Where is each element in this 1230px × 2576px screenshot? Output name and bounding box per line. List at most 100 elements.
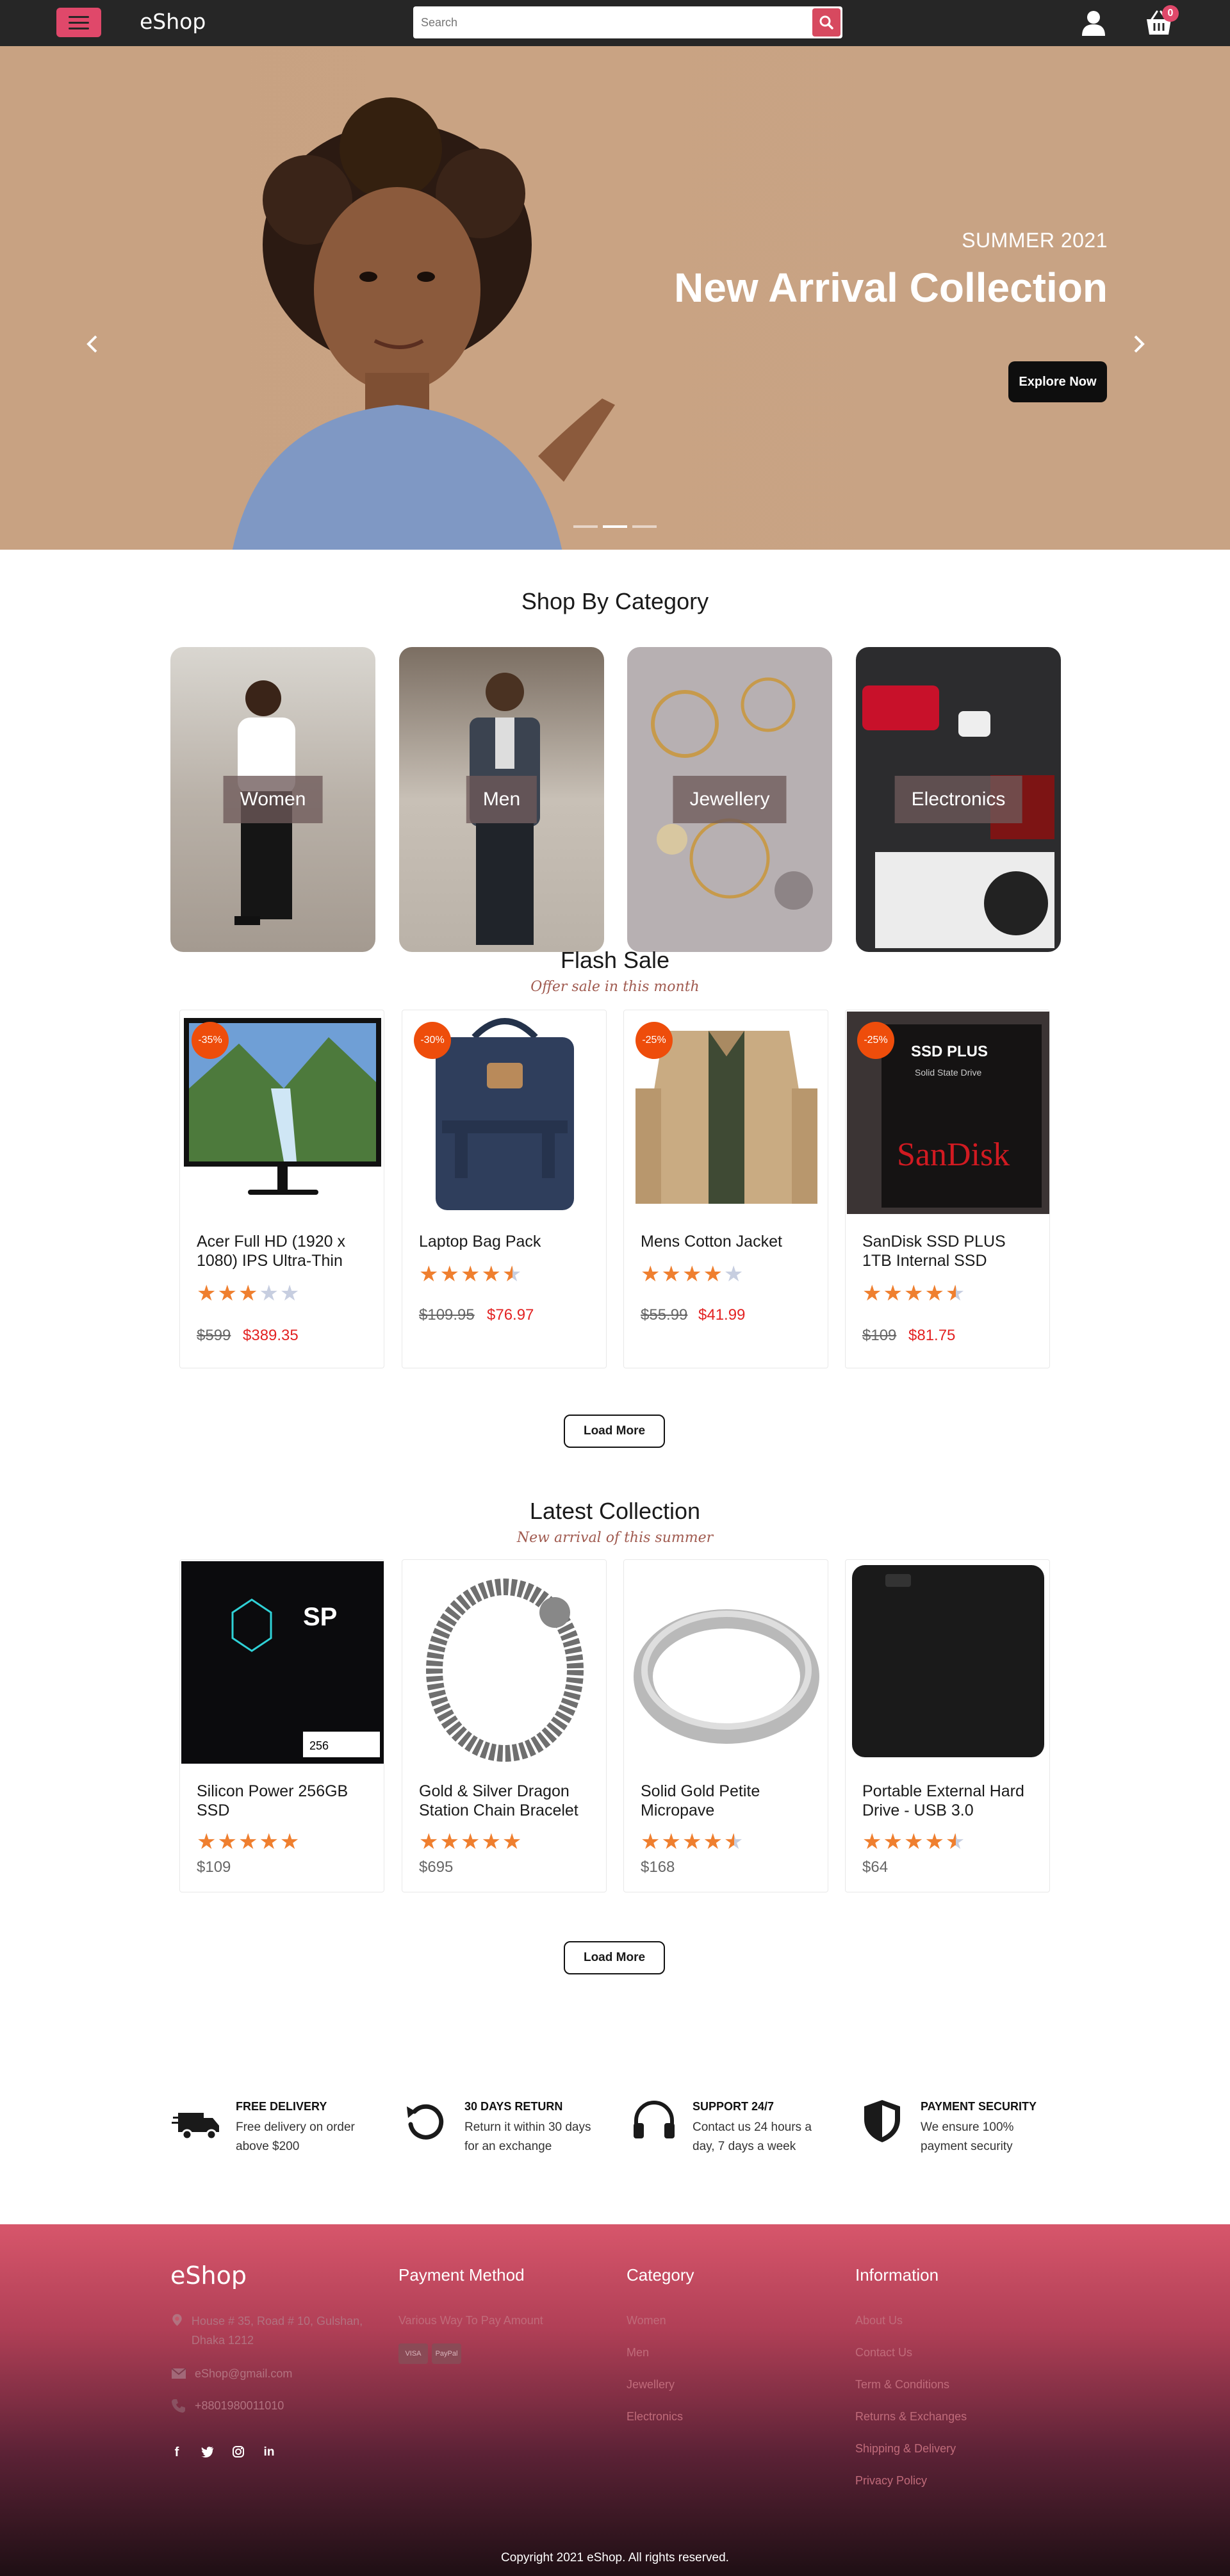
category-card-electronics[interactable]: Electronics: [856, 647, 1061, 952]
product-price: $168: [641, 1858, 675, 1876]
brand-logo[interactable]: eShop: [140, 9, 206, 34]
old-price: $599: [197, 1327, 231, 1344]
linkedin-icon[interactable]: in: [263, 2445, 275, 2460]
product-card[interactable]: Portable External Hard Drive - USB 3.0 ★…: [845, 1559, 1050, 1892]
product-name[interactable]: Solid Gold Petite Micropave: [641, 1782, 814, 1820]
product-card[interactable]: -35% Acer Full HD (1920 x 1080) IPS Ultr…: [179, 1010, 384, 1368]
copyright-text: Copyright 2021 eShop. All rights reserve…: [501, 2551, 729, 2564]
product-card[interactable]: Solid Gold Petite Micropave ★★★★★ $168: [623, 1559, 828, 1892]
sale-price: $41.99: [698, 1306, 746, 1324]
category-card-jewellery[interactable]: Jewellery: [627, 647, 832, 952]
slider-next-arrow-icon[interactable]: [1129, 331, 1148, 357]
search-input[interactable]: [413, 6, 812, 38]
category-title: Category: [627, 2265, 694, 2285]
product-card[interactable]: -30% Laptop Bag Pack ★★★★★ $109.95 $76.9…: [402, 1010, 607, 1368]
paypal-icon: PayPal: [432, 2343, 461, 2364]
sale-price: $76.97: [487, 1306, 534, 1324]
product-image: [847, 1561, 1049, 1764]
product-name[interactable]: Acer Full HD (1920 x 1080) IPS Ultra-Thi…: [197, 1232, 370, 1270]
category-card-women[interactable]: Women: [170, 647, 375, 952]
service-title: PAYMENT SECURITY: [921, 2100, 1037, 2113]
information-title: Information: [855, 2265, 939, 2285]
product-card[interactable]: SSD PLUS Solid State Drive SanDisk -25% Sa…: [845, 1010, 1050, 1368]
star-icon: ★★★: [197, 1281, 259, 1306]
instagram-icon[interactable]: [232, 2445, 245, 2458]
product-price: $109: [197, 1858, 231, 1876]
product-name[interactable]: Portable External Hard Drive - USB 3.0: [862, 1782, 1035, 1820]
product-image: [625, 1561, 828, 1764]
discount-badge: -30%: [414, 1022, 451, 1059]
user-icon[interactable]: [1079, 9, 1108, 37]
facebook-icon[interactable]: f: [170, 2445, 183, 2460]
footer-email[interactable]: eShop@gmail.com: [170, 2365, 292, 2382]
section-title: Shop By Category: [521, 588, 709, 614]
rating-stars: ★★★★★: [197, 1281, 300, 1306]
payment-method-text: Various Way To Pay Amount: [398, 2314, 543, 2327]
explore-now-button[interactable]: Explore Now: [1008, 361, 1107, 402]
star-icon: ★: [723, 1262, 745, 1286]
footer-phone[interactable]: +8801980011010: [170, 2397, 284, 2414]
footer-link-about-us[interactable]: About Us: [855, 2314, 903, 2327]
star-icon: ★★★★★: [197, 1830, 301, 1854]
product-card[interactable]: -25% Mens Cotton Jacket ★★★★★ $55.99 $41…: [623, 1010, 828, 1368]
menu-button[interactable]: [56, 8, 101, 37]
category-card-men[interactable]: Men: [399, 647, 604, 952]
footer-link-terms[interactable]: Term & Conditions: [855, 2378, 949, 2391]
svg-text:SanDisk: SanDisk: [897, 1136, 1010, 1173]
svg-text:256: 256: [309, 1739, 329, 1752]
product-name[interactable]: Silicon Power 256GB SSD: [197, 1782, 370, 1820]
location-pin-icon: [172, 2314, 182, 2326]
discount-badge: -25%: [636, 1022, 673, 1059]
return-icon: [407, 2104, 444, 2140]
hero-subtitle: SUMMER 2021: [962, 229, 1108, 252]
cart-button[interactable]: 0: [1144, 5, 1179, 37]
product-image: SP 256: [181, 1561, 384, 1764]
shield-icon: [864, 2100, 900, 2142]
star-half-icon: ★: [945, 1830, 967, 1854]
slider-dot-active[interactable]: [603, 525, 627, 528]
search-bar: [413, 6, 842, 38]
product-name[interactable]: Mens Cotton Jacket: [641, 1232, 814, 1251]
star-icon: ★★★★: [641, 1830, 724, 1854]
payment-method-title: Payment Method: [398, 2265, 525, 2285]
navbar: eShop 0: [0, 0, 1230, 46]
star-icon: ★★★★★: [419, 1830, 523, 1854]
service-support: SUPPORT 24/7 Contact us 24 hours a day, …: [628, 2088, 833, 2159]
product-card[interactable]: Gold & Silver Dragon Station Chain Brace…: [402, 1559, 607, 1892]
footer-link-jewellery[interactable]: Jewellery: [627, 2378, 675, 2391]
page: eShop 0 SUMMER 2021 New Arrival Collec: [0, 0, 1230, 2576]
twitter-icon[interactable]: [201, 2445, 214, 2458]
slider-prev-arrow-icon[interactable]: [83, 331, 102, 357]
footer-link-men[interactable]: Men: [627, 2346, 649, 2359]
product-name[interactable]: Gold & Silver Dragon Station Chain Brace…: [419, 1782, 592, 1820]
slider-dot[interactable]: [632, 525, 657, 528]
product-card[interactable]: SP 256 Silicon Power 256GB SSD ★★★★★ $109: [179, 1559, 384, 1892]
star-icon: ★★: [259, 1281, 301, 1306]
rating-stars: ★★★★★: [641, 1829, 744, 1855]
headphones-icon: [634, 2101, 675, 2138]
footer-brand[interactable]: eShop: [170, 2261, 247, 2290]
slider-dot[interactable]: [573, 525, 598, 528]
footer-link-returns[interactable]: Returns & Exchanges: [855, 2410, 967, 2424]
star-half-icon: ★: [945, 1281, 967, 1306]
product-name[interactable]: SanDisk SSD PLUS 1TB Internal SSD: [862, 1232, 1035, 1270]
load-more-button[interactable]: Load More: [564, 1941, 665, 1974]
footer-link-women[interactable]: Women: [627, 2314, 666, 2327]
load-more-button[interactable]: Load More: [564, 1415, 665, 1448]
search-icon: [819, 15, 833, 29]
star-half-icon: ★: [502, 1262, 523, 1286]
service-title: SUPPORT 24/7: [693, 2100, 775, 2113]
slider-dots: [0, 525, 1230, 528]
service-title: 30 DAYS RETURN: [464, 2100, 563, 2113]
search-button[interactable]: [812, 8, 840, 37]
phone-text: +8801980011010: [195, 2399, 284, 2412]
footer-link-electronics[interactable]: Electronics: [627, 2410, 683, 2424]
service-title: FREE DELIVERY: [236, 2100, 327, 2113]
category-label: Men: [466, 776, 537, 823]
footer-link-contact-us[interactable]: Contact Us: [855, 2346, 912, 2359]
footer-link-shipping[interactable]: Shipping & Delivery: [855, 2442, 956, 2456]
footer-link-privacy[interactable]: Privacy Policy: [855, 2474, 927, 2488]
product-name[interactable]: Laptop Bag Pack: [419, 1232, 592, 1251]
footer: eShop House # 35, Road # 10, Gulshan, Dh…: [0, 2224, 1230, 2576]
category-label: Electronics: [894, 776, 1022, 823]
